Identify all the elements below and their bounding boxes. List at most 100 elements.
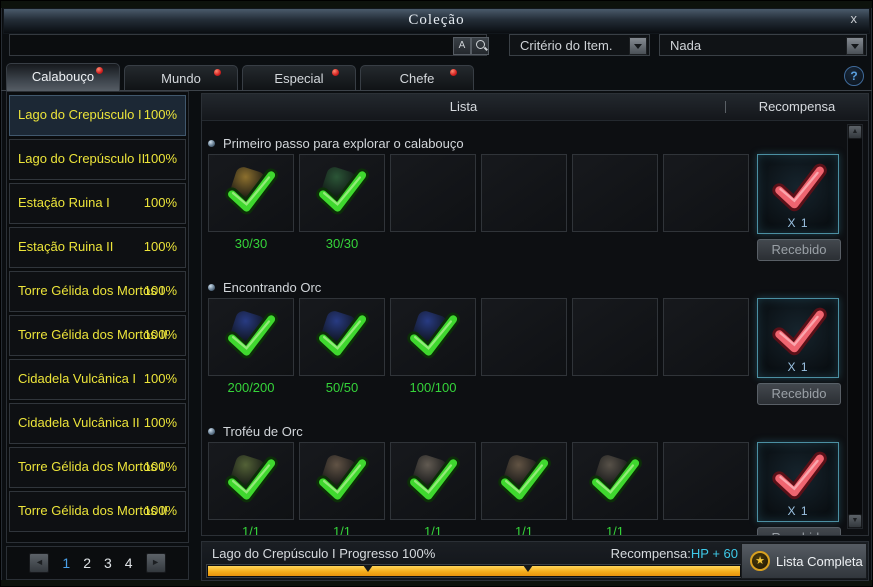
match-case-button[interactable]: A: [453, 37, 471, 55]
slot-cell: [481, 298, 567, 398]
tab-label: Calabouço: [31, 69, 95, 84]
window-top-edge: [1, 1, 872, 8]
reward-slot[interactable]: X 1: [757, 298, 839, 378]
collection-window: Coleção x A Critério do Item. Nada Calab…: [0, 0, 873, 587]
dungeon-progress-pct: 100%: [143, 283, 177, 298]
dungeon-progress-pct: 100%: [143, 327, 177, 342]
slot-cell: 1/1: [390, 442, 476, 535]
dropdown-arrow-icon[interactable]: [629, 37, 647, 55]
received-button[interactable]: Recebido: [757, 383, 841, 405]
dungeon-name: Lago do Crepúsculo II: [18, 151, 146, 166]
search-button[interactable]: [471, 37, 489, 55]
collection-slot-empty: [663, 442, 749, 520]
close-icon[interactable]: x: [851, 11, 858, 26]
scrollbar[interactable]: ▲ ▼: [847, 124, 863, 529]
page-number[interactable]: 1: [62, 555, 70, 571]
section-title-text: Troféu de Orc: [223, 423, 303, 439]
slot-cell: 1/1: [481, 442, 567, 535]
help-button[interactable]: ?: [844, 66, 864, 86]
received-button[interactable]: Recebido: [757, 527, 841, 535]
scroll-down-icon[interactable]: ▼: [848, 514, 862, 528]
dungeon-name: Estação Ruina II: [18, 239, 114, 254]
collection-slot-filled[interactable]: [390, 442, 476, 520]
collection-slot-empty: [572, 154, 658, 232]
reward-quantity: X 1: [787, 216, 809, 230]
page-prev-icon[interactable]: ◄: [29, 553, 50, 573]
tab-mundo[interactable]: Mundo: [124, 65, 238, 90]
scroll-up-icon[interactable]: ▲: [848, 125, 862, 139]
reward-slot[interactable]: X 1: [757, 442, 839, 522]
collection-slot-filled[interactable]: [572, 442, 658, 520]
sidebar-item[interactable]: Torre Gélida dos Mortos I 100%: [9, 271, 186, 312]
sidebar-item[interactable]: Torre Gélida dos Mortos II 100%: [9, 315, 186, 356]
page-number[interactable]: 2: [83, 555, 91, 571]
sidebar-item[interactable]: Torre Gélida dos Mortos I 100%: [9, 447, 186, 488]
page-number[interactable]: 4: [125, 555, 133, 571]
collection-slot-filled[interactable]: [390, 298, 476, 376]
slot-row: 1/1 1/1 1/1 1/1 1/1: [208, 442, 749, 535]
sidebar-item[interactable]: Cidadela Vulcânica II 100%: [9, 403, 186, 444]
dungeon-name: Torre Gélida dos Mortos I: [18, 459, 164, 474]
slot-count: [663, 524, 749, 535]
collection-slot-filled[interactable]: [299, 154, 385, 232]
green-check-icon: [314, 452, 370, 513]
slot-row: 30/30 30/30: [208, 154, 749, 254]
reward-cell: X 1 Recebido: [757, 154, 841, 261]
sidebar-item[interactable]: Lago do Crepúsculo I 100%: [9, 95, 186, 136]
slot-cell: 1/1: [208, 442, 294, 535]
search-input[interactable]: [9, 34, 487, 56]
section-title: Encontrando Orc: [208, 278, 846, 296]
tab-calabouço[interactable]: Calabouço: [6, 63, 120, 91]
collection-slot-filled[interactable]: [481, 442, 567, 520]
green-check-icon: [405, 308, 461, 369]
collection-slot-filled[interactable]: [208, 442, 294, 520]
dropdown-arrow-icon[interactable]: [846, 37, 864, 55]
collection-section: Troféu de Orc 1/1 1/1 1/1 1/1 1/1 X 1 Recebido: [208, 422, 846, 535]
dungeon-progress-pct: 100%: [143, 503, 177, 518]
slot-cell: [572, 298, 658, 398]
received-button[interactable]: Recebido: [757, 239, 841, 261]
sidebar-item[interactable]: Estação Ruina I 100%: [9, 183, 186, 224]
reward-slot[interactable]: X 1: [757, 154, 839, 234]
section-row: 200/200 50/50 100/100 X 1 Recebido: [208, 298, 846, 405]
slot-count: 100/100: [409, 380, 457, 395]
bullet-icon: [208, 427, 215, 435]
footer-reward-value: HP + 60: [690, 546, 738, 561]
collection-slot-filled[interactable]: [299, 298, 385, 376]
slot-cell: 30/30: [299, 154, 385, 254]
collection-slot-filled[interactable]: [299, 442, 385, 520]
page-number[interactable]: 3: [104, 555, 112, 571]
green-check-icon: [314, 308, 370, 369]
tab-especial[interactable]: Especial: [242, 65, 356, 90]
slot-cell: [572, 154, 658, 254]
collection-slot-filled[interactable]: [208, 298, 294, 376]
slot-count: [572, 380, 658, 398]
complete-list-button[interactable]: ★ Lista Completa: [741, 543, 867, 579]
slot-count: 1/1: [514, 524, 534, 535]
page-next-icon[interactable]: ►: [145, 553, 166, 573]
slot-cell: [663, 154, 749, 254]
tab-chefe[interactable]: Chefe: [360, 65, 474, 90]
collection-section: Primeiro passo para explorar o calabouço…: [208, 134, 846, 261]
slot-row: 200/200 50/50 100/100: [208, 298, 749, 398]
item-criterion-dropdown[interactable]: Critério do Item.: [509, 34, 650, 56]
filter-value-dropdown[interactable]: Nada: [659, 34, 867, 56]
new-content-dot-icon: [332, 69, 339, 76]
progress-footer: Lago do Crepúsculo I Progresso 100% Reco…: [201, 541, 869, 581]
collection-slot-empty: [663, 298, 749, 376]
slot-cell: 100/100: [390, 298, 476, 398]
tab-label: Chefe: [399, 71, 435, 86]
dungeon-list: Lago do Crepúsculo I 100% Lago do Crepúscu…: [6, 91, 189, 543]
progress-label: Lago do Crepúsculo I Progresso 100%: [212, 546, 436, 561]
window-title: Coleção: [408, 12, 465, 28]
dungeon-name: Cidadela Vulcânica II: [18, 415, 140, 430]
red-check-icon: [770, 159, 828, 222]
reward-cell: X 1 Recebido: [757, 298, 841, 405]
sidebar-item[interactable]: Lago do Crepúsculo II 100%: [9, 139, 186, 180]
collection-slot-filled[interactable]: [208, 154, 294, 232]
sidebar-item[interactable]: Cidadela Vulcânica I 100%: [9, 359, 186, 400]
sidebar-item[interactable]: Torre Gélida dos Mortos II 100%: [9, 491, 186, 532]
slot-count: [572, 236, 658, 254]
slot-count: 1/1: [423, 524, 443, 535]
sidebar-item[interactable]: Estação Ruina II 100%: [9, 227, 186, 268]
